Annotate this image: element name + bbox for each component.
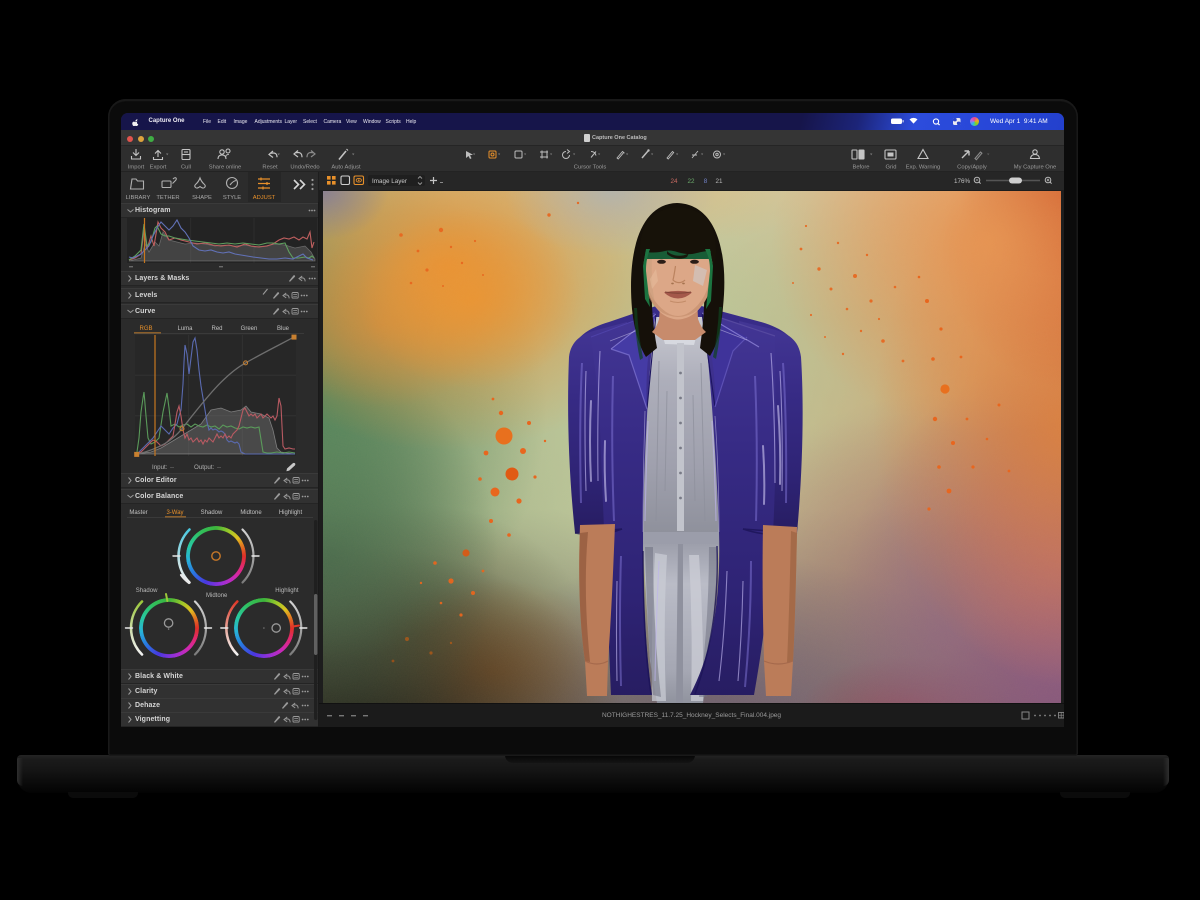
- svg-text:Cull: Cull: [181, 165, 191, 171]
- svg-text:STYLE: STYLE: [223, 195, 241, 201]
- svg-text:Shadow: Shadow: [136, 588, 158, 594]
- svg-text:Shadow: Shadow: [201, 510, 223, 516]
- svg-text:Highlight: Highlight: [279, 510, 303, 516]
- svg-text:Share online: Share online: [209, 165, 242, 171]
- svg-text:Input:: Input:: [152, 464, 168, 471]
- svg-text:Reset: Reset: [262, 165, 278, 171]
- svg-text:Before: Before: [852, 165, 869, 171]
- svg-text:Import: Import: [128, 165, 145, 171]
- svg-text:My Capture One: My Capture One: [1014, 165, 1057, 171]
- svg-text:RGB: RGB: [139, 326, 152, 332]
- svg-text:Output:: Output:: [194, 464, 215, 471]
- svg-text:--: --: [217, 464, 221, 471]
- svg-text:176%: 176%: [954, 178, 971, 185]
- svg-text:Midtone: Midtone: [206, 593, 228, 599]
- svg-text:Midtone: Midtone: [240, 510, 262, 516]
- svg-text:Export: Export: [150, 165, 167, 171]
- svg-text:Green: Green: [241, 326, 258, 332]
- svg-text:8: 8: [704, 178, 708, 185]
- svg-text:Exp. Warning: Exp. Warning: [906, 165, 941, 171]
- svg-text:--: --: [170, 464, 174, 471]
- svg-text:Image Layer: Image Layer: [372, 178, 407, 185]
- svg-text:Luma: Luma: [177, 326, 193, 332]
- svg-text:TETHER: TETHER: [156, 195, 179, 201]
- svg-text:24: 24: [670, 178, 678, 185]
- svg-text:Grid: Grid: [886, 165, 897, 171]
- svg-text:Red: Red: [211, 326, 222, 332]
- svg-text:Undo/Redo: Undo/Redo: [290, 165, 319, 171]
- svg-text:Highlight: Highlight: [275, 588, 299, 594]
- svg-text:SHAPE: SHAPE: [192, 195, 212, 201]
- svg-text:22: 22: [687, 178, 695, 185]
- svg-text:21: 21: [715, 178, 723, 185]
- svg-text:Master: Master: [129, 510, 147, 516]
- svg-text:Auto Adjust: Auto Adjust: [331, 165, 361, 171]
- svg-text:Cursor Tools: Cursor Tools: [574, 165, 607, 171]
- svg-text:Blue: Blue: [277, 326, 290, 332]
- svg-text:3-Way: 3-Way: [166, 510, 183, 516]
- svg-text:ADJUST: ADJUST: [253, 195, 276, 201]
- svg-text:Copy/Apply: Copy/Apply: [957, 165, 987, 171]
- svg-text:LIBRARY: LIBRARY: [126, 195, 151, 201]
